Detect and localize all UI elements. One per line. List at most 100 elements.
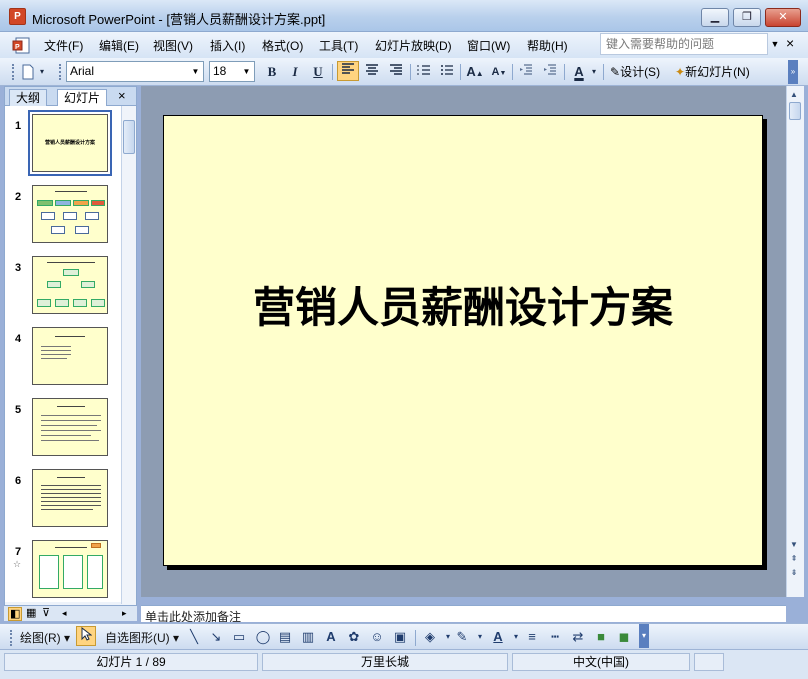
autoshapes-button[interactable]: 自选图形(U) ▾ bbox=[105, 628, 179, 648]
normal-view-icon[interactable]: ◧ bbox=[8, 607, 23, 621]
menu-format[interactable]: 格式(O) bbox=[262, 37, 303, 54]
toolbar-overflow-icon[interactable]: » bbox=[788, 60, 798, 84]
scroll-right-icon[interactable]: ▸ bbox=[122, 607, 127, 619]
slide-thumbnail-1[interactable]: 营销人员薪酬设计方案 bbox=[28, 110, 112, 176]
shadow-style-icon[interactable]: ■ bbox=[593, 629, 609, 645]
underline-button[interactable]: U bbox=[309, 62, 327, 82]
notes-placeholder[interactable]: 单击此处添加备注 bbox=[145, 608, 241, 622]
powerpoint-app-icon[interactable]: P bbox=[9, 8, 26, 25]
thumbnail-shape bbox=[85, 212, 99, 220]
help-search-input[interactable]: 键入需要帮助的问题 bbox=[600, 33, 768, 55]
line-color-dropdown-icon[interactable]: ▾ bbox=[472, 629, 488, 645]
decrease-font-button[interactable]: A▼ bbox=[489, 62, 509, 82]
scrollbar-thumb[interactable] bbox=[123, 120, 135, 154]
status-bar: 幻灯片 1 / 89 万里长城 中文(中国) bbox=[0, 649, 808, 679]
line-style-icon[interactable]: ≡ bbox=[524, 629, 540, 645]
bullet-list-button[interactable] bbox=[437, 62, 457, 82]
textbox-tool-icon[interactable]: ▤ bbox=[277, 629, 293, 645]
slide-thumbnail-list[interactable]: 1 营销人员薪酬设计方案 2 3 4 5 6 7 ☆ bbox=[5, 106, 122, 602]
clipart-tool-icon[interactable]: ☺ bbox=[369, 629, 385, 645]
tab-outline[interactable]: 大纲 bbox=[9, 89, 48, 106]
wordart-tool-icon[interactable]: A bbox=[323, 629, 339, 645]
bold-button[interactable]: B bbox=[263, 62, 281, 82]
arrow-tool-icon[interactable]: ↘ bbox=[208, 629, 224, 645]
toolbar-grip-icon[interactable] bbox=[10, 630, 13, 646]
align-left-button[interactable] bbox=[337, 61, 359, 81]
toolbar-grip-icon[interactable] bbox=[59, 64, 62, 80]
menu-help[interactable]: 帮助(H) bbox=[527, 37, 568, 54]
scroll-down-icon[interactable]: ▼ bbox=[787, 538, 801, 552]
font-color-button[interactable]: A bbox=[569, 62, 589, 82]
align-right-button[interactable] bbox=[385, 62, 407, 82]
arrow-style-icon[interactable]: ⇄ bbox=[570, 629, 586, 645]
menu-view[interactable]: 视图(V) bbox=[153, 37, 193, 54]
new-document-icon[interactable] bbox=[20, 64, 36, 80]
toolbar-separator bbox=[564, 64, 565, 80]
document-close-button[interactable]: × bbox=[786, 35, 794, 51]
line-color-icon[interactable]: ✎ bbox=[454, 629, 470, 645]
next-slide-icon[interactable]: ⇟ bbox=[787, 566, 801, 580]
select-pointer-button[interactable] bbox=[76, 626, 96, 646]
line-tool-icon[interactable]: ╲ bbox=[186, 629, 202, 645]
draw-menu-button[interactable]: 绘图(R) ▾ bbox=[20, 628, 70, 648]
minimize-button[interactable]: ▁ bbox=[701, 8, 729, 27]
decrease-indent-button[interactable] bbox=[516, 62, 536, 82]
rectangle-tool-icon[interactable]: ▭ bbox=[231, 629, 247, 645]
vertical-textbox-tool-icon[interactable]: ▥ bbox=[300, 629, 316, 645]
pane-close-button[interactable]: × bbox=[118, 88, 126, 103]
slide-thumbnail-6[interactable] bbox=[32, 469, 108, 527]
restore-button[interactable]: ❐ bbox=[733, 8, 761, 27]
help-dropdown-arrow-icon[interactable]: ▼ bbox=[768, 33, 782, 55]
italic-button[interactable]: I bbox=[286, 62, 304, 82]
design-button[interactable]: ✎设计(S) bbox=[610, 62, 660, 82]
scroll-left-icon[interactable]: ◂ bbox=[62, 607, 67, 619]
increase-indent-button[interactable] bbox=[540, 62, 560, 82]
scroll-up-icon[interactable]: ▲ bbox=[787, 88, 801, 102]
thumbnail-text-line bbox=[41, 354, 71, 355]
dash-style-icon[interactable]: ┅ bbox=[547, 629, 563, 645]
font-size-select[interactable]: 18 ▼ bbox=[209, 61, 255, 82]
previous-slide-icon[interactable]: ⇞ bbox=[787, 552, 801, 566]
thumbnail-scrollbar[interactable] bbox=[121, 106, 136, 604]
draw-font-color-dropdown-icon[interactable]: ▾ bbox=[508, 629, 524, 645]
new-slide-button[interactable]: ✦新幻灯片(N) bbox=[675, 62, 750, 82]
picture-tool-icon[interactable]: ▣ bbox=[392, 629, 408, 645]
toolbar-separator bbox=[460, 64, 461, 80]
menu-insert[interactable]: 插入(I) bbox=[210, 37, 245, 54]
slide-sorter-view-icon[interactable]: ▦ bbox=[26, 607, 36, 619]
menu-tools[interactable]: 工具(T) bbox=[319, 37, 358, 54]
font-color-dropdown-icon[interactable]: ▾ bbox=[590, 62, 598, 82]
slide-thumbnail-3[interactable] bbox=[32, 256, 108, 314]
numbered-list-button[interactable] bbox=[414, 62, 434, 82]
tab-slides[interactable]: 幻灯片 bbox=[57, 89, 108, 106]
close-button[interactable]: ✕ bbox=[765, 8, 801, 27]
menu-file[interactable]: 文件(F) bbox=[44, 37, 83, 54]
slide-thumbnail-4[interactable] bbox=[32, 327, 108, 385]
fill-color-icon[interactable]: ◈ bbox=[422, 629, 438, 645]
document-icon[interactable]: P bbox=[12, 35, 34, 55]
3d-style-icon[interactable]: ◼ bbox=[616, 629, 632, 645]
menu-slideshow[interactable]: 幻灯片放映(D) bbox=[375, 37, 452, 54]
font-name-select[interactable]: Arial ▼ bbox=[66, 61, 204, 82]
notes-pane[interactable]: 单击此处添加备注 bbox=[141, 605, 786, 622]
slide-thumbnail-2[interactable] bbox=[32, 185, 108, 243]
slideshow-view-icon[interactable]: ⊽ bbox=[42, 607, 50, 619]
scrollbar-thumb[interactable] bbox=[789, 102, 801, 120]
align-center-button[interactable] bbox=[361, 62, 383, 82]
menu-window[interactable]: 窗口(W) bbox=[467, 37, 510, 54]
toolbar-options-arrow-icon[interactable]: ▾ bbox=[38, 62, 46, 82]
increase-font-button[interactable]: A▲ bbox=[465, 62, 485, 82]
current-slide[interactable]: 营销人员薪酬设计方案 bbox=[163, 115, 763, 566]
diagram-tool-icon[interactable]: ✿ bbox=[346, 629, 362, 645]
slide-thumbnail-5[interactable] bbox=[32, 398, 108, 456]
menu-edit[interactable]: 编辑(E) bbox=[99, 37, 139, 54]
slide-title[interactable]: 营销人员薪酬设计方案 bbox=[164, 274, 762, 335]
oval-tool-icon[interactable]: ◯ bbox=[255, 629, 271, 645]
toolbar-grip-icon[interactable] bbox=[12, 64, 15, 80]
chevron-down-icon[interactable]: ▼ bbox=[189, 63, 202, 80]
slide-scrollbar[interactable]: ▲ ▼ ⇞ ⇟ bbox=[786, 86, 804, 597]
chevron-down-icon[interactable]: ▼ bbox=[240, 63, 253, 80]
draw-font-color-button[interactable]: A bbox=[490, 629, 506, 645]
toolbar-overflow-icon[interactable]: ▾ bbox=[639, 624, 649, 648]
slide-thumbnail-7[interactable] bbox=[32, 540, 108, 598]
